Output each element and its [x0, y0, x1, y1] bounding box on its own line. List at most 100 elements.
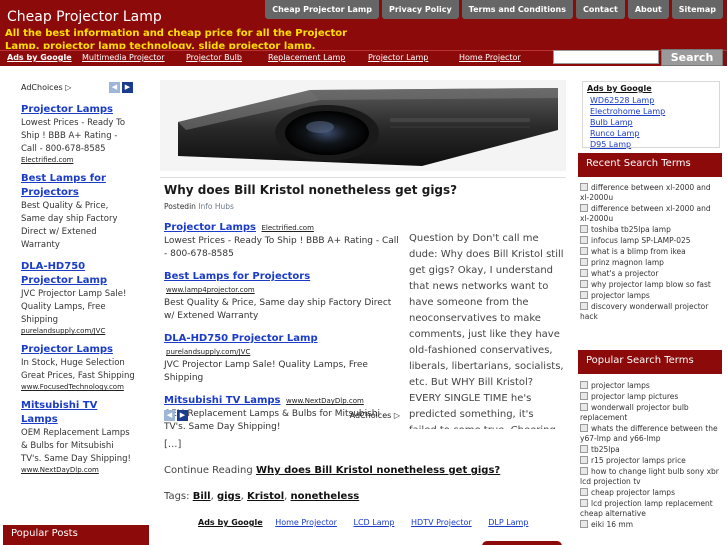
popular-search-terms-list: projector lamps projector lamp pictures …: [580, 381, 720, 531]
top-nav-privacy-policy[interactable]: Privacy Policy: [381, 0, 459, 19]
nav-link-home-projector[interactable]: Home Projector: [459, 53, 521, 62]
top-nav-contact[interactable]: Contact: [575, 0, 625, 19]
tag-link[interactable]: gigs: [217, 491, 241, 502]
top-nav-sitemap[interactable]: Sitemap: [671, 0, 723, 19]
left-ad-body: JVC Projector Lamp Sale! Quality Lamps, …: [21, 289, 127, 325]
left-ad-body: Best Quality & Price, Same day ship Fact…: [21, 201, 118, 250]
list-item[interactable]: r15 projector lamps price: [580, 456, 720, 466]
left-ad-title[interactable]: Best Lamps for Projectors: [21, 172, 135, 200]
arrow-right-icon[interactable]: ▶: [177, 410, 188, 421]
left-ad-url[interactable]: www.NextDayDlp.com: [21, 466, 135, 474]
page-icon: [580, 247, 588, 255]
left-ad-body: OEM Replacement Lamps & Bulbs for Mitsub…: [21, 428, 131, 464]
list-item[interactable]: difference between xl-2000 and xl-2000u: [580, 183, 720, 203]
inline-ad-url[interactable]: Electrified.com: [261, 224, 313, 232]
inline-ad-pager: ◀ ▶: [164, 410, 188, 421]
right-ad-links: Ads by Google WD62528 Lamp Electrohome L…: [582, 81, 720, 150]
posted-in-label: Postedin: [164, 202, 196, 211]
arrow-right-icon[interactable]: ▶: [122, 82, 133, 93]
continue-reading-link[interactable]: Why does Bill Kristol nonetheless get gi…: [256, 465, 500, 476]
list-item[interactable]: why projector lamp blow so fast: [580, 280, 720, 290]
page-icon: [580, 183, 588, 191]
nav-link-multimedia-projector[interactable]: Multimedia Projector: [82, 53, 165, 62]
page-icon: [580, 520, 588, 528]
list-item[interactable]: discovery wonderwall projector hack: [580, 302, 720, 322]
nav-link-projector-bulb[interactable]: Projector Bulb: [186, 53, 242, 62]
bottom-link-lcd-lamp[interactable]: LCD Lamp: [353, 518, 394, 527]
list-item[interactable]: eiki 16 mm: [580, 520, 720, 530]
list-item[interactable]: wonderwall projector bulb replacement: [580, 403, 720, 423]
search-input[interactable]: [553, 50, 659, 64]
adchoices-label[interactable]: AdChoices ▷: [350, 411, 400, 420]
list-item[interactable]: infocus lamp SP-LAMP-025: [580, 236, 720, 246]
list-item[interactable]: what's a projector: [580, 269, 720, 279]
arrow-left-icon[interactable]: ◀: [109, 82, 120, 93]
right-ad-link[interactable]: Bulb Lamp: [590, 117, 715, 128]
right-ad-link[interactable]: Electrohome Lamp: [590, 106, 715, 117]
nav-link-replacement-lamp[interactable]: Replacement Lamp: [268, 53, 345, 62]
list-item[interactable]: projector lamp pictures: [580, 392, 720, 402]
tag-link[interactable]: Kristol: [247, 491, 284, 502]
arrow-left-icon[interactable]: ◀: [164, 410, 175, 421]
top-nav-terms[interactable]: Terms and Conditions: [461, 0, 573, 19]
left-ad-title[interactable]: DLA-HD750 Projector Lamp: [21, 260, 135, 288]
left-ad: DLA-HD750 Projector Lamp JVC Projector L…: [21, 260, 135, 335]
inline-ad-body: Lowest Prices - Ready To Ship ! BBB A+ R…: [164, 236, 399, 259]
bottom-link-bar: Ads by Google Home Projector LCD Lamp HD…: [198, 518, 542, 527]
list-item[interactable]: toshiba tb25lpa lamp: [580, 225, 720, 235]
recent-search-terms-heading: Recent Search Terms: [578, 153, 722, 177]
inline-ad-title[interactable]: Projector Lamps: [164, 222, 256, 233]
post-ellipsis: [...]: [164, 439, 182, 450]
page-icon: [580, 403, 588, 411]
left-ad-title[interactable]: Projector Lamps: [21, 103, 135, 117]
top-nav: Cheap Projector Lamp Privacy Policy Term…: [265, 0, 723, 19]
list-item[interactable]: lcd projection lamp replacement cheap al…: [580, 499, 720, 519]
left-ad-url[interactable]: purelandsupply.com/JVC: [21, 327, 135, 335]
inline-ad-body: JVC Projector Lamp Sale! Quality Lamps, …: [164, 360, 368, 383]
list-item[interactable]: how to change light bulb sony xbr lcd pr…: [580, 467, 720, 487]
nav-link-projector-lamp[interactable]: Projector Lamp: [368, 53, 428, 62]
adchoices-label[interactable]: AdChoices ▷: [21, 83, 71, 92]
list-item[interactable]: projector lamps: [580, 291, 720, 301]
list-item[interactable]: what is a blimp from ikea: [580, 247, 720, 257]
left-ad-body: Lowest Prices - Ready To Ship ! BBB A+ R…: [21, 118, 126, 154]
bottom-link-dlp-lamp[interactable]: DLP Lamp: [488, 518, 528, 527]
top-nav-about[interactable]: About: [627, 0, 669, 19]
post-meta: Postedin Info Hubs: [164, 202, 234, 211]
left-ad-title[interactable]: Mitsubishi TV Lamps: [21, 399, 135, 427]
bottom-link-hdtv-projector[interactable]: HDTV Projector: [411, 518, 472, 527]
top-nav-cheap-projector-lamp[interactable]: Cheap Projector Lamp: [265, 0, 379, 19]
inline-ad-url[interactable]: www.NextDayDlp.com: [286, 397, 364, 405]
inline-ad-url[interactable]: purelandsupply.com/JVC: [166, 348, 250, 356]
page-icon: [580, 236, 588, 244]
list-item[interactable]: whats the difference between the y67-lmp…: [580, 424, 720, 444]
inline-ad-url[interactable]: www.lamp4projector.com: [166, 286, 255, 294]
list-item[interactable]: difference between xl-2000 and xl-2000u: [580, 204, 720, 224]
left-ad-url[interactable]: www.FocusedTechnology.com: [21, 383, 135, 391]
list-item[interactable]: cheap projector lamps: [580, 488, 720, 498]
list-item[interactable]: projector lamps: [580, 381, 720, 391]
site-title[interactable]: Cheap Projector Lamp: [7, 9, 162, 25]
search-button[interactable]: Search: [661, 49, 723, 66]
bottom-button[interactable]: [482, 541, 562, 545]
list-item[interactable]: prinz magnon lamp: [580, 258, 720, 268]
inline-ad-title[interactable]: DLA-HD750 Projector Lamp: [164, 333, 318, 344]
post-title[interactable]: Why does Bill Kristol nonetheless get gi…: [164, 183, 457, 197]
bottom-link-home-projector[interactable]: Home Projector: [275, 518, 337, 527]
left-ad-url[interactable]: Electrified.com: [21, 156, 135, 164]
list-item[interactable]: tb25lpa: [580, 445, 720, 455]
inline-ad-title[interactable]: Mitsubishi TV Lamps: [164, 395, 281, 406]
right-ad-link[interactable]: D95 Lamp: [590, 139, 715, 150]
tag-link[interactable]: nonetheless: [291, 491, 360, 502]
ads-by-google-link[interactable]: Ads by Google: [7, 53, 72, 62]
left-ad-title[interactable]: Projector Lamps: [21, 343, 135, 357]
post-category-link[interactable]: Info Hubs: [198, 202, 234, 211]
right-ad-link[interactable]: WD62528 Lamp: [590, 95, 715, 106]
ads-by-google-link[interactable]: Ads by Google: [198, 518, 263, 527]
left-ad: Best Lamps for Projectors Best Quality &…: [21, 172, 135, 252]
page-icon: [580, 291, 588, 299]
tag-link[interactable]: Bill: [193, 491, 211, 502]
inline-ad-title[interactable]: Best Lamps for Projectors: [164, 271, 310, 282]
ads-by-google-link[interactable]: Ads by Google: [587, 84, 715, 93]
right-ad-link[interactable]: Runco Lamp: [590, 128, 715, 139]
